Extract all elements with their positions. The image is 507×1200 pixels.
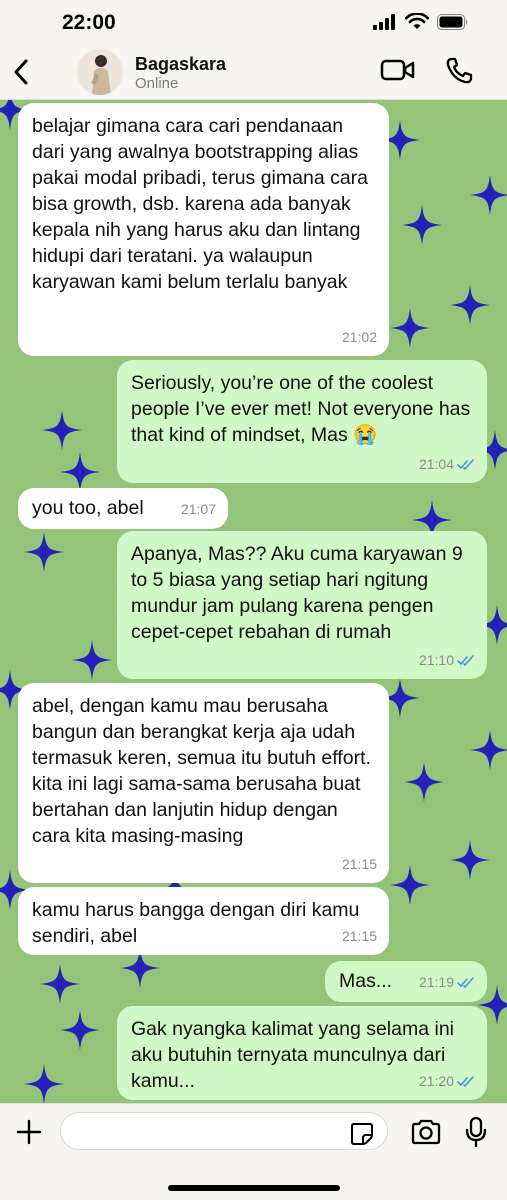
status-icons: [373, 13, 469, 30]
message-bubble[interactable]: you too, abel 21:07: [18, 488, 228, 529]
message-text: kamu harus bangga dengan diri kamu sendi…: [32, 899, 360, 947]
message-meta: 21:04: [419, 451, 475, 477]
read-ticks-icon: [457, 654, 474, 666]
message-meta: 21:15: [342, 851, 377, 877]
message-time: 21:15: [341, 928, 377, 944]
message-time: 21:19: [418, 974, 454, 990]
composer-bar: [0, 1103, 507, 1200]
message-text: Mas...: [339, 970, 393, 992]
contact-status: Online: [135, 75, 179, 92]
wifi-icon: [405, 13, 429, 29]
message-text: belajar gimana cara cari pendanaan dari …: [32, 115, 369, 293]
message-time: 21:04: [418, 456, 454, 472]
read-ticks-icon: [457, 458, 474, 470]
message-bubble[interactable]: Gak nyangka kalimat yang selama ini aku …: [117, 1006, 487, 1100]
message-time: 21:02: [341, 329, 377, 345]
camera-icon: [411, 1119, 441, 1145]
back-button[interactable]: [8, 57, 34, 87]
message-time: 21:15: [341, 856, 377, 872]
chat-header: Bagaskara Online: [0, 45, 507, 100]
read-ticks-icon: [457, 976, 474, 988]
video-call-button[interactable]: [380, 58, 416, 87]
message-meta: 21:15: [342, 923, 377, 949]
contact-name[interactable]: Bagaskara: [135, 54, 226, 75]
status-time: 22:00: [62, 11, 116, 34]
message-meta: 21:02: [342, 324, 377, 350]
message-text: abel, dengan kamu mau berusaha bangun da…: [32, 695, 371, 847]
message-text: Gak nyangka kalimat yang selama ini aku …: [131, 1018, 454, 1092]
microphone-button[interactable]: [463, 1116, 489, 1153]
message-bubble[interactable]: belajar gimana cara cari pendanaan dari …: [18, 103, 389, 356]
message-time: 21:10: [418, 652, 454, 668]
avatar-image: [77, 49, 123, 95]
battery-icon: [437, 13, 468, 30]
message-input[interactable]: [60, 1112, 388, 1150]
avatar[interactable]: [77, 49, 123, 95]
message-meta: 21:20: [419, 1068, 475, 1094]
message-bubble[interactable]: Seriously, you’re one of the coolest peo…: [117, 360, 487, 483]
home-indicator[interactable]: [168, 1185, 340, 1191]
message-meta: 21:10: [419, 647, 475, 673]
camera-button[interactable]: [410, 1119, 442, 1150]
message-text: Apanya, Mas?? Aku cuma karyawan 9 to 5 b…: [131, 543, 463, 643]
microphone-icon: [465, 1116, 487, 1148]
chat-area[interactable]: belajar gimana cara cari pendanaan dari …: [0, 100, 507, 1103]
sticker-icon: [351, 1123, 373, 1145]
voice-call-button[interactable]: [444, 56, 474, 91]
video-camera-icon: [380, 59, 415, 81]
status-bar: 22:00: [0, 0, 507, 45]
chevron-left-icon: [14, 59, 28, 85]
plus-icon: [16, 1119, 42, 1145]
message-text: Seriously, you’re one of the coolest peo…: [131, 372, 471, 446]
message-bubble[interactable]: Mas... 21:19: [325, 961, 487, 1002]
signal-icon: [373, 13, 395, 30]
read-ticks-icon: [457, 1075, 474, 1087]
sticker-button[interactable]: [350, 1122, 374, 1151]
attach-button[interactable]: [15, 1118, 43, 1151]
message-bubble[interactable]: kamu harus bangga dengan diri kamu sendi…: [18, 887, 389, 955]
message-bubble[interactable]: abel, dengan kamu mau berusaha bangun da…: [18, 683, 389, 883]
phone-icon: [446, 57, 473, 84]
message-time: 21:07: [180, 501, 216, 517]
message-bubble[interactable]: Apanya, Mas?? Aku cuma karyawan 9 to 5 b…: [117, 531, 487, 679]
message-meta: 21:19: [419, 969, 475, 995]
message-text: you too, abel: [32, 497, 144, 519]
message-time: 21:20: [418, 1073, 454, 1089]
message-meta: 21:07: [181, 496, 216, 522]
